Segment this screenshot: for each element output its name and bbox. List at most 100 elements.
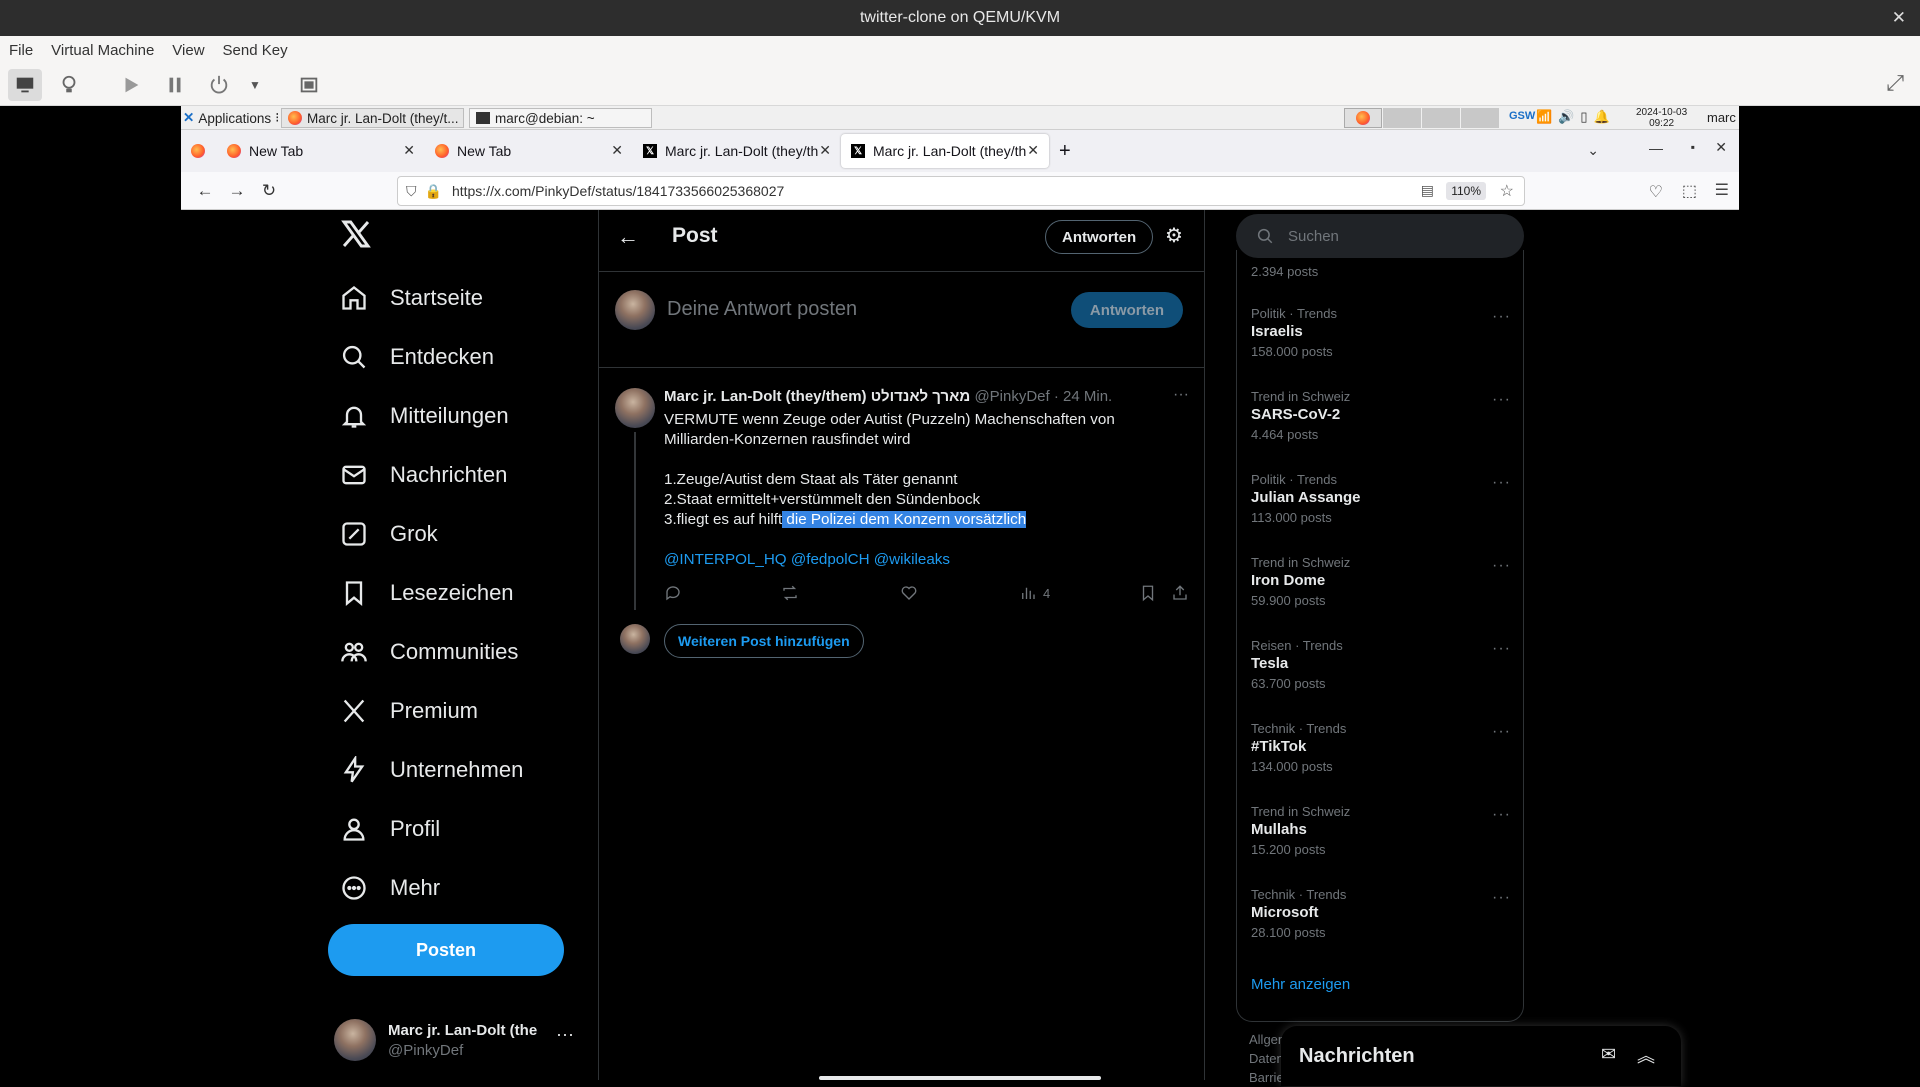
taskbar-item-terminal[interactable]: marc@debian: ~: [469, 108, 652, 128]
back-icon[interactable]: ←: [189, 176, 221, 206]
panel-clock[interactable]: 2024-10-03 09:22: [1636, 107, 1687, 129]
trend-item[interactable]: Trend in Schweiz Mullahs 15.200 posts ···: [1251, 804, 1511, 857]
retweet-action[interactable]: [781, 584, 799, 602]
workspace-4[interactable]: [1461, 108, 1499, 128]
tweet-time[interactable]: · 24 Min.: [1054, 388, 1112, 405]
share-action[interactable]: [1171, 584, 1189, 602]
close-tab-icon[interactable]: ✕: [611, 142, 623, 159]
chevron-down-icon[interactable]: ▼: [246, 69, 264, 101]
firefox-view-tab[interactable]: [181, 134, 217, 168]
reply-header-button[interactable]: Antworten: [1045, 220, 1154, 254]
expand-up-icon[interactable]: ︽: [1637, 1042, 1655, 1068]
keyboard-layout[interactable]: GSW: [1509, 110, 1535, 122]
details-bulb-icon[interactable]: [52, 69, 86, 101]
nav-grok[interactable]: Grok: [340, 508, 438, 560]
trend-more-icon[interactable]: ···: [1492, 391, 1511, 409]
trend-more-icon[interactable]: ···: [1492, 723, 1511, 741]
workspace-1[interactable]: [1344, 108, 1382, 128]
trend-item[interactable]: Technik · Trends Microsoft 28.100 posts ···: [1251, 887, 1511, 940]
nav-premium[interactable]: Premium: [340, 685, 478, 737]
fullscreen-icon[interactable]: ⤢: [1886, 70, 1904, 96]
nav-profile[interactable]: Profil: [340, 803, 440, 855]
forward-icon[interactable]: →: [221, 176, 253, 206]
show-more-link[interactable]: Mehr anzeigen: [1251, 976, 1350, 993]
add-post-button[interactable]: Weiteren Post hinzufügen: [664, 624, 864, 658]
vm-close-icon[interactable]: ✕: [1892, 8, 1906, 28]
nav-more[interactable]: Mehr: [340, 862, 440, 914]
nav-bookmarks[interactable]: Lesezeichen: [340, 567, 514, 619]
messages-drawer[interactable]: Nachrichten ✉ ︽: [1281, 1026, 1681, 1086]
bookmark-action[interactable]: [1139, 584, 1157, 602]
nav-explore[interactable]: Entdecken: [340, 331, 494, 383]
tweet-handle[interactable]: @PinkyDef: [974, 388, 1049, 405]
minimize-icon[interactable]: —: [1649, 140, 1663, 156]
menu-file[interactable]: File: [9, 42, 33, 59]
reader-view-icon[interactable]: ▤: [1421, 182, 1434, 199]
console-view-icon[interactable]: [8, 68, 42, 101]
tray-icons[interactable]: 📶🔊▯🔔: [1536, 109, 1616, 125]
trend-item[interactable]: Reisen · Trends Tesla 63.700 posts ···: [1251, 638, 1511, 691]
list-tabs-icon[interactable]: ⌄: [1587, 142, 1599, 159]
trend-item[interactable]: Trend in Schweiz Iron Dome 59.900 posts ···: [1251, 555, 1511, 608]
trend-more-icon[interactable]: ···: [1492, 474, 1511, 492]
close-tab-icon[interactable]: ✕: [1027, 142, 1039, 159]
battery-icon[interactable]: ▯: [1580, 109, 1593, 124]
trend-item[interactable]: Politik · Trends Israelis 158.000 posts ···: [1251, 306, 1511, 359]
back-arrow-icon[interactable]: ←: [617, 224, 639, 250]
app-menu-icon[interactable]: ☰: [1715, 180, 1729, 200]
extensions-icon[interactable]: ⬚: [1682, 181, 1697, 201]
tab-new-1[interactable]: New Tab ✕: [217, 134, 425, 168]
nav-messages[interactable]: Nachrichten: [340, 449, 507, 501]
trend-item[interactable]: Politik · Trends Julian Assange 113.000 po…: [1251, 472, 1511, 525]
workspace-3[interactable]: [1422, 108, 1460, 128]
trend-more-icon[interactable]: ···: [1492, 557, 1511, 575]
url-text[interactable]: https://x.com/PinkyDef/status/1841733566…: [452, 183, 784, 199]
network-icon[interactable]: 📶: [1536, 109, 1558, 124]
trend-item[interactable]: Technik · Trends #TikTok 134.000 posts ···: [1251, 721, 1511, 774]
run-icon[interactable]: [114, 69, 148, 101]
new-message-icon[interactable]: ✉: [1601, 1044, 1616, 1065]
views-action[interactable]: 4: [1019, 584, 1050, 602]
lock-icon[interactable]: 🔒: [425, 183, 442, 200]
reply-input[interactable]: Deine Antwort posten: [667, 298, 857, 321]
reply-submit-button[interactable]: Antworten: [1071, 292, 1183, 328]
tweet-mentions[interactable]: @INTERPOL_HQ @fedpolCH @wikileaks: [664, 550, 1184, 570]
tab-x-post-1[interactable]: 𝕏 Marc jr. Lan-Dolt (they/th ✕: [633, 134, 841, 168]
close-tab-icon[interactable]: ✕: [819, 142, 831, 159]
volume-icon[interactable]: 🔊: [1558, 109, 1580, 124]
url-bar[interactable]: ⛉ 🔒 https://x.com/PinkyDef/status/184173…: [397, 176, 1525, 206]
zoom-level[interactable]: 110%: [1446, 182, 1486, 200]
nav-communities[interactable]: Communities: [340, 626, 518, 678]
tweet-author[interactable]: Marc jr. Lan-Dolt (they/them) מארך לאנדו…: [664, 388, 970, 405]
tab-new-2[interactable]: New Tab ✕: [425, 134, 633, 168]
trend-more-icon[interactable]: ···: [1492, 889, 1511, 907]
like-action[interactable]: [900, 584, 918, 602]
menu-view[interactable]: View: [172, 42, 204, 59]
post-button[interactable]: Posten: [328, 924, 564, 976]
workspace-2[interactable]: [1383, 108, 1421, 128]
account-switcher[interactable]: Marc jr. Lan-Dolt (the @PinkyDef ···: [334, 1010, 574, 1070]
reply-action[interactable]: [664, 584, 682, 602]
close-tab-icon[interactable]: ✕: [403, 142, 415, 159]
trend-more-icon[interactable]: ···: [1492, 308, 1511, 326]
pause-icon[interactable]: [158, 69, 192, 101]
tweet-more-icon[interactable]: ···: [1173, 386, 1189, 404]
nav-notifications[interactable]: Mitteilungen: [340, 390, 509, 442]
pocket-icon[interactable]: ♡: [1649, 182, 1663, 202]
maximize-icon[interactable]: ▪: [1691, 140, 1695, 154]
new-tab-button[interactable]: +: [1049, 134, 1085, 168]
applications-menu[interactable]: ✕ Applications ⁝: [183, 108, 279, 128]
snapshot-icon[interactable]: [292, 69, 326, 101]
reload-icon[interactable]: ↻: [253, 176, 285, 206]
bookmark-star-icon[interactable]: ☆: [1500, 181, 1514, 201]
bell-icon[interactable]: 🔔: [1594, 109, 1616, 124]
more-dots-icon[interactable]: ···: [556, 1024, 574, 1045]
menu-send-key[interactable]: Send Key: [223, 42, 288, 59]
settings-sliders-icon[interactable]: ⚙: [1165, 223, 1183, 248]
avatar[interactable]: [615, 388, 655, 428]
nav-home[interactable]: Startseite: [340, 272, 483, 324]
panel-user[interactable]: marc: [1707, 110, 1736, 125]
shield-icon[interactable]: ⛉: [406, 183, 417, 200]
window-close-icon[interactable]: ✕: [1715, 139, 1727, 156]
trend-item[interactable]: Trend in Schweiz SARS-CoV-2 4.464 posts ···: [1251, 389, 1511, 442]
